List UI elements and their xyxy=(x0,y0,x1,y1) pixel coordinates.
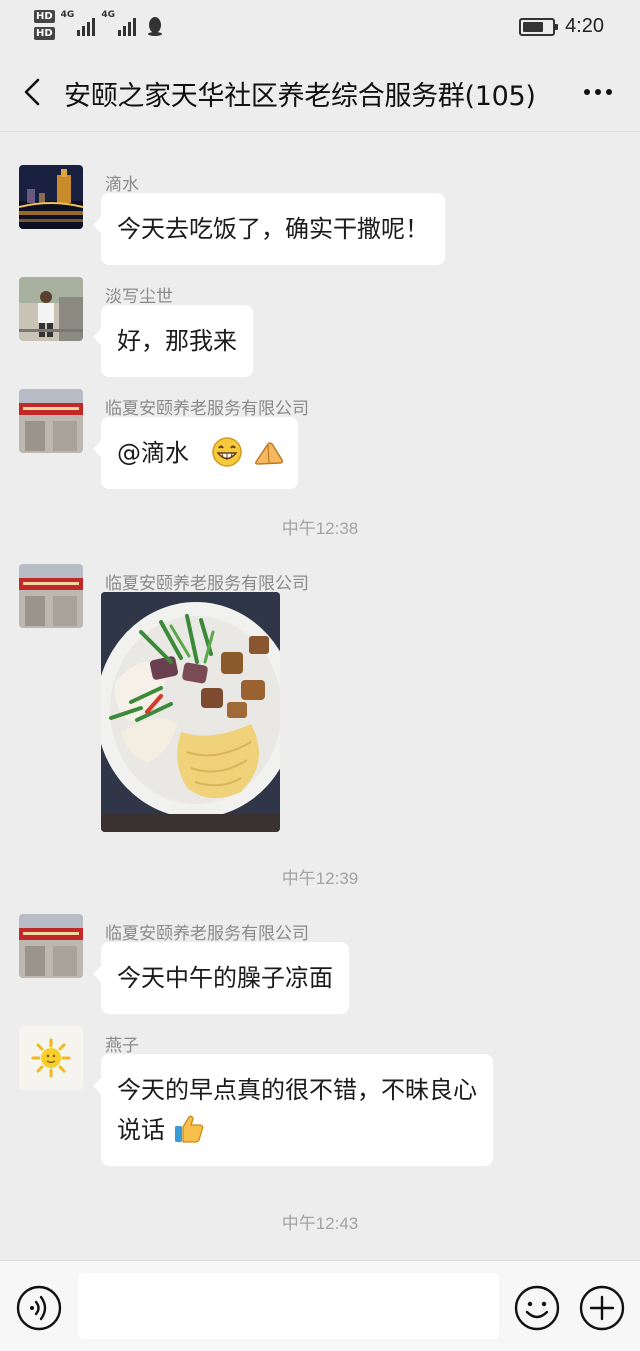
message-text: 今天中午的臊子凉面 xyxy=(117,964,333,992)
sender-name: 临夏安颐养老服务有限公司 xyxy=(105,574,309,594)
avatar[interactable] xyxy=(19,1026,83,1090)
sender-name: 临夏安颐养老服务有限公司 xyxy=(105,924,309,944)
message-bubble[interactable]: 今天去吃饭了，确实干撒呢！ xyxy=(93,193,445,265)
avatar[interactable] xyxy=(19,914,83,978)
message-bubble[interactable]: 今天的早点真的很不错，不昧良心 说话 xyxy=(93,1054,493,1166)
message-text: @滴水 xyxy=(117,439,189,467)
noodle-dish-photo xyxy=(101,592,280,832)
network-type: 4G xyxy=(101,10,115,20)
storefront-avatar xyxy=(19,914,83,978)
timestamp: 中午12:43 xyxy=(281,1214,359,1233)
storefront-avatar xyxy=(19,389,83,453)
sender-name: 滴水 xyxy=(105,175,139,195)
avatar[interactable] xyxy=(19,389,83,453)
status-bar: HD HD 4G 4G 4:20 xyxy=(0,0,640,54)
message-text: 今天的早点真的很不错，不昧良心 xyxy=(117,1076,477,1104)
hd-badge: HD xyxy=(34,10,55,23)
sun-avatar xyxy=(19,1026,83,1090)
avatar[interactable] xyxy=(19,564,83,628)
message-bubble[interactable]: @滴水 xyxy=(92,417,299,489)
timestamp: 中午12:39 xyxy=(281,869,359,888)
qq-penguin-icon xyxy=(147,17,162,36)
avatar[interactable] xyxy=(19,165,83,229)
message-bubble[interactable]: 好，那我来 xyxy=(93,305,253,377)
message-text: 今天去吃饭了，确实干撒呢！ xyxy=(117,215,429,243)
storefront-avatar xyxy=(19,564,83,628)
signal-icon: 4G xyxy=(61,10,96,36)
message-text: 好，那我来 xyxy=(117,327,237,355)
thumbs-up-emoji xyxy=(174,1115,203,1143)
chat-title: 安颐之家天华社区养老综合服务群(105) xyxy=(64,81,536,112)
grin-emoji xyxy=(211,437,242,467)
timestamp: 中午12:38 xyxy=(281,519,359,538)
signal-icon: 4G xyxy=(101,10,136,36)
chevron-left-icon[interactable] xyxy=(18,76,50,108)
chat-header: 安颐之家天华社区养老综合服务群(105) xyxy=(0,54,640,132)
more-dots-icon[interactable] xyxy=(582,80,614,104)
image-message[interactable] xyxy=(101,592,280,832)
message-input[interactable] xyxy=(78,1273,499,1339)
clock: 4:20 xyxy=(565,15,604,37)
voice-icon[interactable] xyxy=(16,1285,62,1331)
input-bar xyxy=(0,1260,640,1351)
sender-name: 临夏安颐养老服务有限公司 xyxy=(105,399,309,419)
battery-fill xyxy=(523,21,543,32)
status-left: HD HD 4G 4G xyxy=(34,10,164,40)
night-city-avatar xyxy=(19,165,83,229)
message-text: 说话 xyxy=(117,1116,165,1144)
sender-name: 淡写尘世 xyxy=(105,287,173,307)
battery-icon xyxy=(519,17,559,36)
sender-name: 燕子 xyxy=(105,1036,139,1056)
emoji-icon[interactable] xyxy=(514,1285,560,1331)
avatar[interactable] xyxy=(19,277,83,341)
plus-icon[interactable] xyxy=(579,1285,625,1331)
network-type: 4G xyxy=(60,10,75,20)
clap-emoji xyxy=(255,442,284,465)
message-bubble[interactable]: 今天中午的臊子凉面 xyxy=(93,942,349,1014)
hd-badge: HD xyxy=(34,27,55,40)
status-right: 4:20 xyxy=(519,15,604,38)
hd-indicators: HD HD xyxy=(34,10,55,40)
person-avatar xyxy=(19,277,83,341)
message-list[interactable]: 滴水 今天去吃饭了，确实干撒呢！ 淡写尘世 好，那我来 临夏安颐养老服务有限公司… xyxy=(0,132,640,1260)
